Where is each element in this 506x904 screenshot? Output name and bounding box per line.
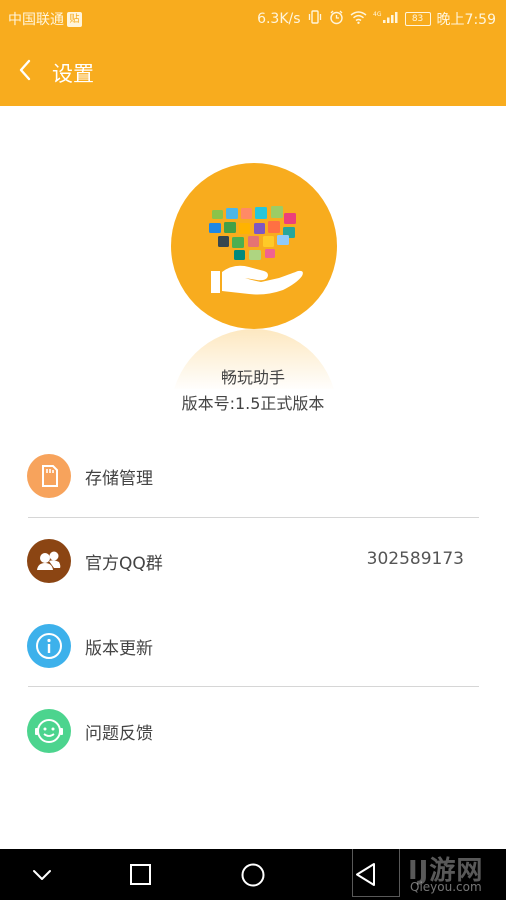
settings-item-update[interactable]: 版本更新 xyxy=(0,603,506,688)
clock: 晚上7:59 xyxy=(436,12,496,28)
nav-home-button[interactable] xyxy=(223,849,283,900)
network-speed: 6.3K/s xyxy=(257,11,301,27)
info-icon xyxy=(27,624,71,668)
back-button[interactable] xyxy=(10,54,42,88)
circle-icon xyxy=(241,863,265,887)
settings-item-label: 存储管理 xyxy=(85,469,153,489)
system-nav-bar xyxy=(0,849,506,900)
version-label: 版本号:1.5正式版本 xyxy=(181,394,325,413)
settings-item-label: 问题反馈 xyxy=(85,724,153,744)
nav-recents-button[interactable] xyxy=(111,849,171,900)
app-bar: 设置 xyxy=(0,36,506,106)
alarm-icon xyxy=(329,10,344,29)
status-bar: 中国联通 贴 6.3K/s 4G 83 晚上7:59 xyxy=(0,0,506,36)
nav-hide-button[interactable] xyxy=(12,849,72,900)
app-logo xyxy=(171,163,337,329)
settings-item-label: 官方QQ群 xyxy=(85,554,163,574)
carrier-badge: 贴 xyxy=(67,11,82,27)
chevron-down-icon xyxy=(33,870,51,880)
cell-signal-icon: 4G xyxy=(373,10,399,28)
status-right: 6.3K/s 4G 83 晚上7:59 xyxy=(257,9,496,29)
battery-icon: 83 xyxy=(404,12,431,26)
signal-type-label: 4G xyxy=(373,11,382,18)
sd-card-icon xyxy=(27,454,71,498)
settings-item-feedback[interactable]: 问题反馈 xyxy=(0,688,506,773)
group-icon xyxy=(27,539,71,583)
chevron-left-icon xyxy=(19,59,31,81)
qq-group-number: 302589173 xyxy=(366,549,464,569)
status-left: 中国联通 贴 xyxy=(8,9,82,29)
page-title: 设置 xyxy=(52,62,94,86)
feedback-icon xyxy=(27,709,71,753)
vibrate-icon xyxy=(307,10,323,28)
divider xyxy=(28,686,479,687)
triangle-back-icon xyxy=(356,863,375,886)
app-name: 畅玩助手 xyxy=(220,368,285,387)
settings-item-storage[interactable]: 存储管理 xyxy=(0,433,506,518)
battery-level: 83 xyxy=(411,14,424,24)
settings-item-label: 版本更新 xyxy=(85,639,153,659)
wifi-icon xyxy=(350,10,367,28)
square-icon xyxy=(130,864,151,885)
nav-back-button[interactable] xyxy=(337,849,397,900)
settings-item-qq-group[interactable]: 官方QQ群 302589173 xyxy=(0,518,506,603)
carrier-name: 中国联通 xyxy=(8,12,64,28)
